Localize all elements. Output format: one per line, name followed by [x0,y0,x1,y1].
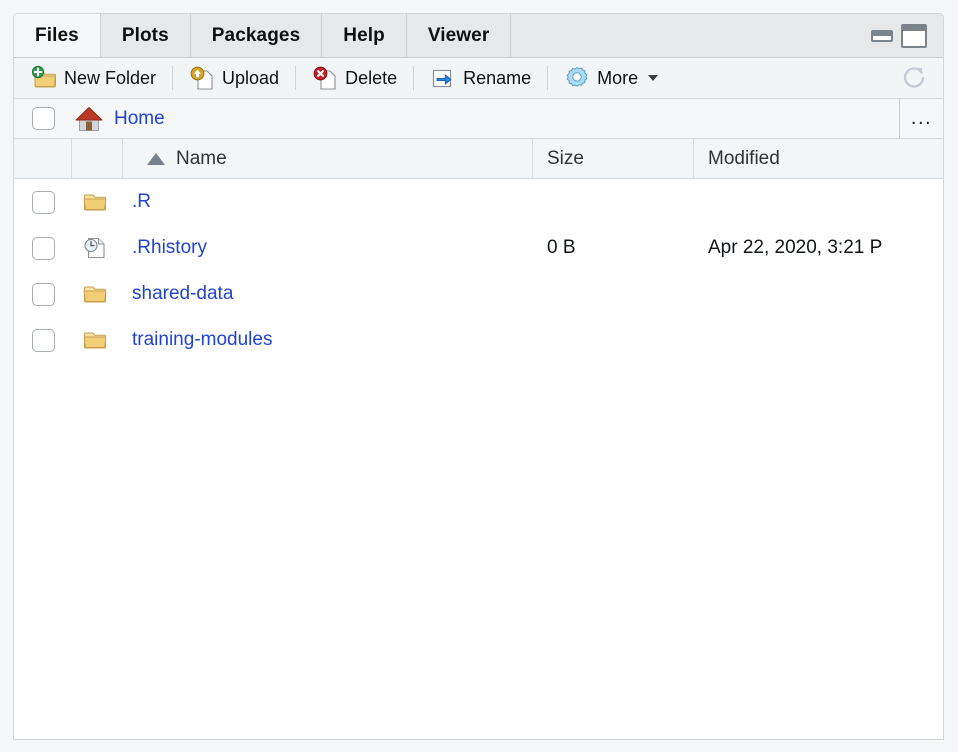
tab-files-label: Files [35,25,79,47]
column-header-size[interactable]: Size [533,139,694,178]
tab-files[interactable]: Files [14,14,101,57]
tab-help[interactable]: Help [322,14,407,57]
maximize-icon[interactable] [901,24,927,48]
row-icon-cell [72,281,123,307]
home-icon [74,105,104,133]
column-header-name-label: Name [176,148,227,170]
window-controls [861,14,943,57]
tab-bar-filler [511,14,861,57]
file-name-link[interactable]: .Rhistory [132,237,207,259]
file-list: .R .Rhistory [14,179,943,739]
toolbar-separator-2 [295,66,296,90]
folder-icon [82,281,108,307]
row-name-cell: .R [123,191,533,213]
refresh-button[interactable] [897,61,933,95]
row-checkbox[interactable] [32,191,55,214]
folder-icon [82,189,108,215]
toolbar-separator-3 [413,66,414,90]
row-checkbox[interactable] [32,329,55,352]
gear-icon [564,65,590,91]
delete-label: Delete [345,68,397,89]
file-name-link[interactable]: .R [132,191,151,213]
file-size: 0 B [547,237,576,259]
delete-icon [312,65,338,91]
file-name-link[interactable]: training-modules [132,329,272,351]
row-name-cell: .Rhistory [123,237,533,259]
table-row[interactable]: .Rhistory 0 B Apr 22, 2020, 3:21 P [14,225,943,271]
row-icon-cell [72,327,123,353]
minimize-icon[interactable] [871,30,893,42]
tab-viewer[interactable]: Viewer [407,14,512,57]
column-header-checkbox [14,139,72,178]
table-row[interactable]: shared-data [14,271,943,317]
pane-tab-bar: Files Plots Packages Help Viewer [14,14,943,58]
column-header-icon [72,139,123,178]
toolbar-separator-4 [547,66,548,90]
folder-icon [82,327,108,353]
row-checkbox[interactable] [32,237,55,260]
folder-add-icon [31,65,57,91]
row-checkbox-cell [14,237,72,260]
delete-button[interactable]: Delete [303,63,406,93]
column-header-size-label: Size [547,148,584,170]
tab-help-label: Help [343,25,385,47]
row-checkbox-cell [14,329,72,352]
file-modified: Apr 22, 2020, 3:21 P [708,237,882,259]
rename-button[interactable]: Rename [421,63,540,93]
row-size-cell: 0 B [533,237,694,259]
more-button[interactable]: More [555,63,667,93]
history-file-icon [82,235,108,261]
row-name-cell: shared-data [123,283,533,305]
toolbar-separator-1 [172,66,173,90]
files-toolbar: New Folder Upload Delete [14,58,943,99]
tab-viewer-label: Viewer [428,25,490,47]
select-all-checkbox[interactable] [32,107,55,130]
sort-ascending-icon [147,153,165,165]
file-name-link[interactable]: shared-data [132,283,233,305]
select-all-cell [14,107,72,130]
table-row[interactable]: training-modules [14,317,943,363]
row-checkbox-cell [14,191,72,214]
tab-plots-label: Plots [122,25,169,47]
files-pane: Files Plots Packages Help Viewer [13,13,944,740]
table-row[interactable]: .R [14,179,943,225]
upload-icon [189,65,215,91]
upload-label: Upload [222,68,279,89]
tab-plots[interactable]: Plots [101,14,191,57]
more-label: More [597,68,638,89]
new-folder-button[interactable]: New Folder [22,63,165,93]
chevron-down-icon [648,75,658,81]
refresh-icon [900,63,930,93]
row-icon-cell [72,235,123,261]
path-bar: Home ... [14,99,943,139]
path-overflow-button[interactable]: ... [899,99,943,138]
breadcrumb-home[interactable]: Home [72,105,165,133]
column-header-name[interactable]: Name [123,139,533,178]
upload-button[interactable]: Upload [180,63,288,93]
tab-packages[interactable]: Packages [191,14,322,57]
row-checkbox[interactable] [32,283,55,306]
new-folder-label: New Folder [64,68,156,89]
path-overflow-label: ... [911,107,932,130]
row-checkbox-cell [14,283,72,306]
file-table-header: Name Size Modified [14,139,943,179]
column-header-modified-label: Modified [708,148,780,170]
row-modified-cell: Apr 22, 2020, 3:21 P [694,237,943,259]
tab-packages-label: Packages [212,25,300,47]
column-header-modified[interactable]: Modified [694,139,943,178]
rename-label: Rename [463,68,531,89]
rename-icon [430,65,456,91]
row-name-cell: training-modules [123,329,533,351]
breadcrumb-home-label: Home [114,108,165,130]
row-icon-cell [72,189,123,215]
